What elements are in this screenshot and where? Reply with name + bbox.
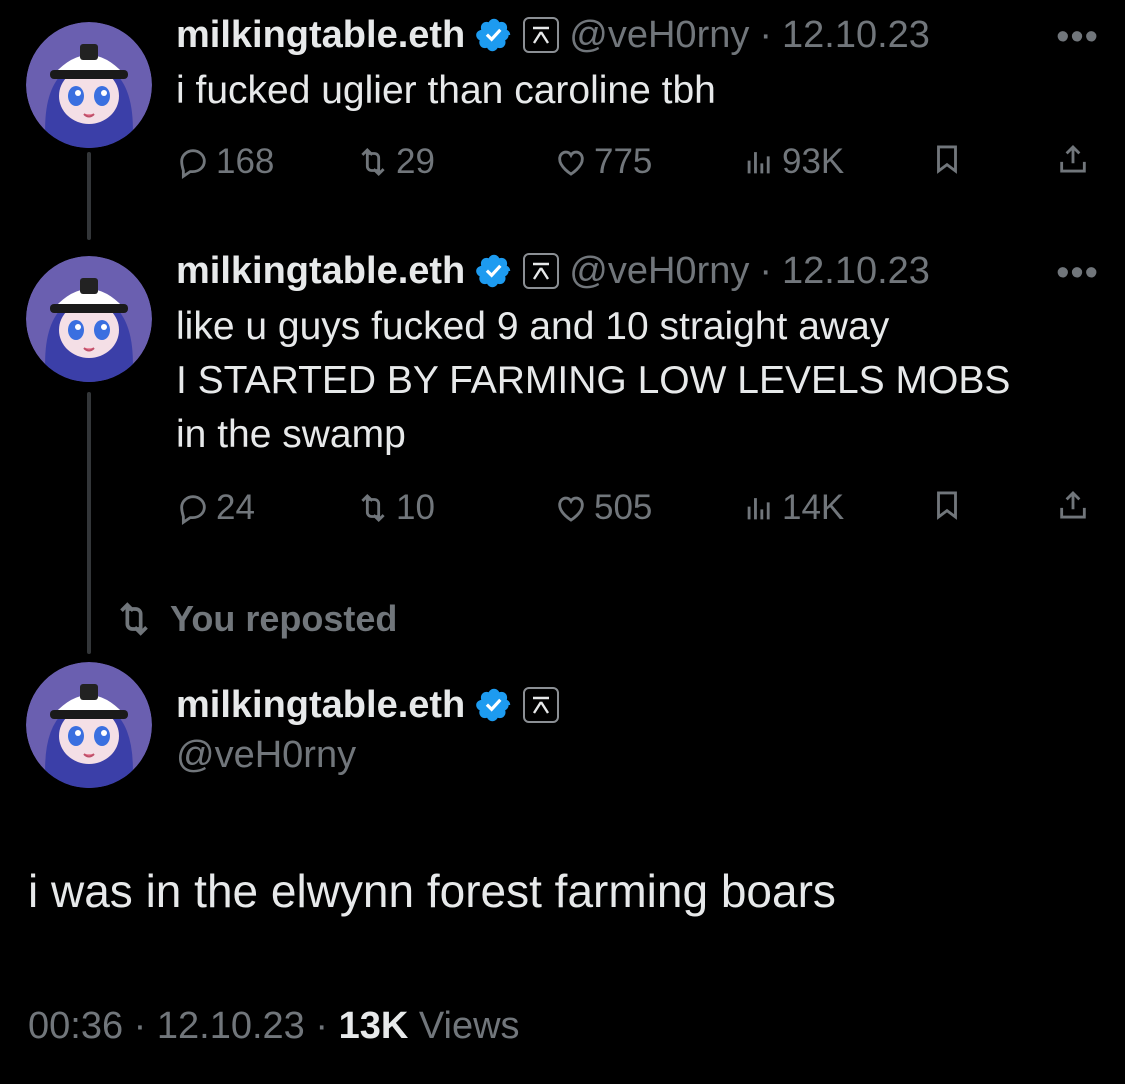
thread-line-1 [87, 152, 91, 240]
share-button[interactable] [1056, 142, 1090, 176]
display-name[interactable]: milkingtable.eth [176, 250, 465, 293]
bookmark-icon [937, 145, 957, 174]
views-count: 93K [782, 142, 845, 181]
tweet-text: i fucked uglier than caroline tbh [176, 69, 716, 112]
like-button[interactable]: 775 [554, 142, 652, 182]
reply-button[interactable]: 168 [176, 142, 274, 182]
repost-button[interactable]: 10 [356, 488, 435, 528]
tweet-time[interactable]: 00:36 [28, 1005, 123, 1047]
verified-icon [476, 254, 511, 288]
repost-count: 29 [396, 142, 435, 181]
repost-context-label[interactable]: You reposted [170, 598, 397, 640]
share-icon [1060, 490, 1086, 519]
tweet-actions: 24 10 505 14K [176, 488, 1096, 534]
separator: · [759, 249, 773, 292]
separator: · [759, 13, 773, 56]
share-button[interactable] [1056, 488, 1090, 522]
repost-count: 10 [396, 488, 435, 527]
more-icon[interactable]: ••• [1056, 252, 1099, 295]
repost-icon [361, 147, 385, 177]
handle[interactable]: @veH0rny [176, 734, 356, 777]
reply-icon [180, 149, 206, 179]
repost-icon [120, 602, 148, 636]
repost-button[interactable]: 29 [356, 142, 435, 182]
avatar[interactable] [26, 256, 152, 382]
separator: · [315, 1005, 329, 1047]
share-icon [1060, 144, 1086, 173]
bookmark-button[interactable] [930, 488, 964, 522]
reply-icon [180, 495, 206, 525]
like-button[interactable]: 505 [554, 488, 652, 528]
like-count: 775 [594, 142, 653, 181]
handle[interactable]: @veH0rny [569, 250, 749, 293]
tweet-text: like u guys fucked 9 and 10 straight awa… [176, 305, 1011, 456]
tweet-header: milkingtable.eth @veH0rny · 12.10.23 [176, 10, 930, 60]
views-label: Views [418, 1005, 520, 1047]
repost-context: You reposted [114, 598, 397, 640]
views-count: 14K [782, 488, 845, 527]
tweet-footer: 00:36 · 12.10.23 · 13K Views [28, 1005, 520, 1048]
views-button[interactable]: 93K [742, 142, 844, 182]
main-tweet-header: milkingtable.eth [176, 680, 560, 730]
separator: · [133, 1005, 147, 1047]
affiliate-badge-icon[interactable] [523, 687, 560, 723]
bookmark-icon [937, 491, 957, 520]
like-icon [558, 496, 584, 522]
more-icon[interactable]: ••• [1056, 16, 1099, 59]
avatar[interactable] [26, 22, 152, 148]
main-tweet-text: i was in the elwynn forest farming boars [28, 865, 836, 917]
like-count: 505 [594, 488, 653, 527]
tweet-actions: 168 29 775 93K [176, 142, 1096, 188]
tweet-header: milkingtable.eth @veH0rny · 12.10.23 [176, 246, 930, 296]
views-count: 13K [338, 1005, 409, 1047]
tweet-date[interactable]: 12.10.23 [782, 250, 930, 293]
bookmark-button[interactable] [930, 142, 964, 176]
tweet-date[interactable]: 12.10.23 [782, 14, 930, 57]
views-button[interactable]: 14K [742, 488, 844, 528]
like-icon [558, 150, 584, 176]
repost-icon [361, 493, 385, 523]
reply-count: 24 [216, 488, 255, 527]
reply-count: 168 [216, 142, 275, 181]
handle[interactable]: @veH0rny [569, 14, 749, 57]
avatar[interactable] [26, 662, 152, 788]
views-icon [747, 498, 770, 520]
affiliate-badge-icon[interactable] [523, 253, 560, 289]
reply-button[interactable]: 24 [176, 488, 255, 528]
thread-line-2 [87, 392, 91, 654]
verified-icon [476, 18, 511, 52]
display-name[interactable]: milkingtable.eth [176, 684, 465, 727]
views-icon [747, 152, 770, 174]
verified-icon [476, 688, 511, 722]
tweet-date[interactable]: 12.10.23 [157, 1005, 305, 1047]
affiliate-badge-icon[interactable] [523, 17, 560, 53]
display-name[interactable]: milkingtable.eth [176, 14, 465, 57]
